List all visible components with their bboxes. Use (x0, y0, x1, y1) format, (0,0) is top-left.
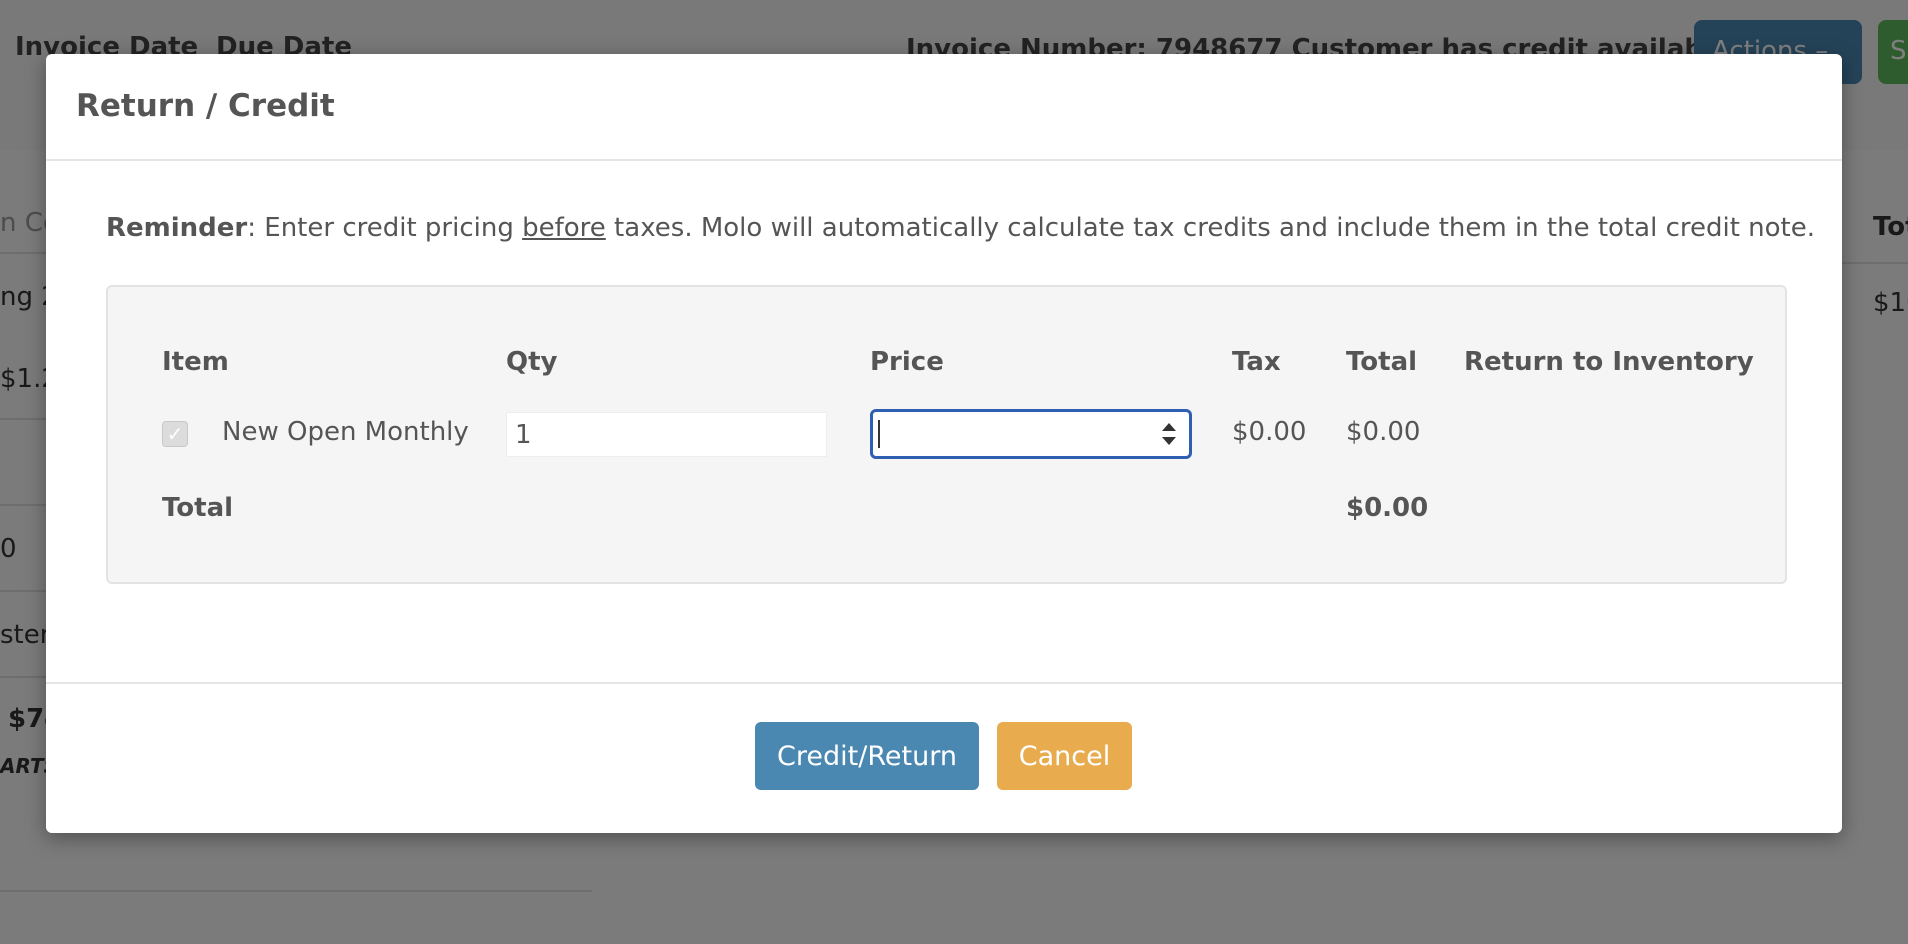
credit-return-button[interactable]: Credit/Return (755, 722, 979, 790)
grand-total: $0.00 (1346, 493, 1429, 523)
reminder-label: Reminder (106, 213, 248, 243)
header-qty: Qty (506, 347, 558, 377)
header-item: Item (162, 347, 229, 377)
spinner-up-icon[interactable] (1162, 423, 1176, 431)
reminder-emphasis: before (522, 213, 606, 243)
price-input[interactable] (870, 409, 1192, 459)
header-tax: Tax (1232, 347, 1281, 377)
modal-title: Return / Credit (76, 88, 335, 124)
header-price: Price (870, 347, 944, 377)
price-spinner[interactable] (1155, 414, 1183, 454)
item-checkbox[interactable]: ✓ (162, 421, 188, 447)
row-total: $0.00 (1346, 417, 1421, 447)
modal-header: Return / Credit (46, 54, 1842, 161)
item-name: New Open Monthly (222, 417, 469, 447)
reminder-text-part: : Enter credit pricing (247, 213, 523, 243)
modal-body: Reminder: Enter credit pricing before ta… (46, 161, 1842, 684)
cancel-button[interactable]: Cancel (997, 722, 1132, 790)
header-return-to-inventory: Return to Inventory (1464, 347, 1754, 377)
spinner-down-icon[interactable] (1162, 437, 1176, 445)
check-icon: ✓ (166, 422, 184, 446)
modal-footer: Credit/Return Cancel (46, 684, 1842, 831)
qty-input[interactable] (506, 412, 827, 457)
return-credit-modal: Return / Credit Reminder: Enter credit p… (46, 54, 1842, 833)
reminder-text-rest: taxes. Molo will automatically calculate… (605, 213, 1816, 243)
credit-table: Item Qty Price Tax Total Return to Inven… (106, 285, 1787, 584)
reminder-text: Reminder: Enter credit pricing before ta… (106, 213, 1815, 243)
text-cursor (878, 420, 880, 448)
row-tax: $0.00 (1232, 417, 1307, 447)
total-label: Total (162, 493, 234, 523)
header-total: Total (1346, 347, 1418, 377)
